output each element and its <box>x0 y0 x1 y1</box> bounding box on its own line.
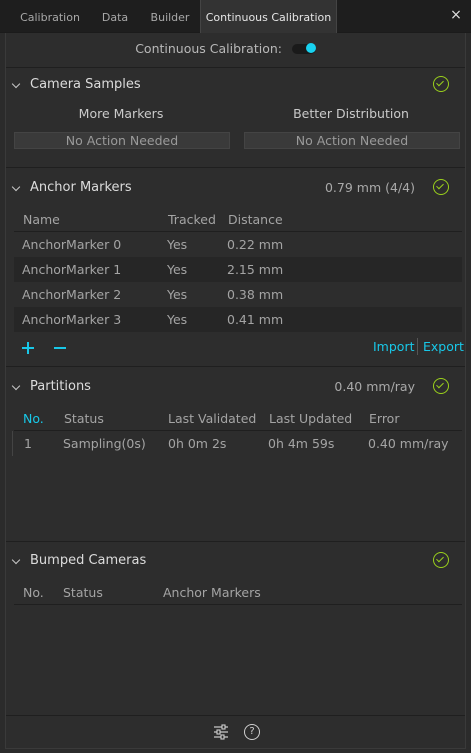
column-header-anchor-markers[interactable]: Anchor Markers <box>163 585 261 600</box>
check-circle-icon <box>433 552 449 568</box>
column-header-status[interactable]: Status <box>64 411 104 426</box>
partition-last-updated: 0h 4m 59s <box>268 436 335 451</box>
section-title: Partitions <box>30 379 91 394</box>
table-row[interactable]: AnchorMarker 2 Yes 0.38 mm <box>14 282 462 307</box>
column-header-name[interactable]: Name <box>23 212 60 227</box>
partition-no: 1 <box>24 436 32 451</box>
partition-last-validated: 0h 0m 2s <box>168 436 227 451</box>
partitions-header[interactable]: Partitions 0.40 mm/ray <box>6 378 465 398</box>
section-title: Camera Samples <box>30 77 141 92</box>
marker-tracked: Yes <box>167 237 188 252</box>
marker-distance: 0.38 mm <box>227 287 284 302</box>
check-circle-icon <box>433 378 449 394</box>
marker-tracked: Yes <box>167 287 188 302</box>
continuous-calibration-panel: Continuous Calibration: Camera Samples M… <box>5 33 466 749</box>
marker-distance: 0.41 mm <box>227 312 284 327</box>
marker-tracked: Yes <box>167 262 188 277</box>
table-header-divider <box>14 604 462 605</box>
marker-name: AnchorMarker 2 <box>22 287 122 302</box>
marker-tracked: Yes <box>167 312 188 327</box>
chevron-down-icon[interactable] <box>12 383 22 393</box>
continuous-calibration-label: Continuous Calibration: <box>135 41 282 56</box>
divider <box>6 366 465 367</box>
more-markers-status: No Action Needed <box>14 132 230 149</box>
continuous-calibration-row: Continuous Calibration: <box>6 39 465 59</box>
continuous-calibration-toggle[interactable] <box>292 43 316 54</box>
remove-icon[interactable] <box>54 342 66 354</box>
section-title: Bumped Cameras <box>30 553 147 568</box>
partition-status: Sampling(0s) <box>63 436 146 451</box>
marker-name: AnchorMarker 0 <box>22 237 122 252</box>
column-header-no[interactable]: No. <box>23 411 44 426</box>
partition-error: 0.40 mm/ray <box>368 436 449 451</box>
add-icon[interactable] <box>22 342 34 354</box>
sliders-icon[interactable] <box>213 724 229 740</box>
help-icon[interactable]: ? <box>244 724 260 740</box>
table-row[interactable]: AnchorMarker 1 Yes 2.15 mm <box>14 257 462 282</box>
marker-distance: 2.15 mm <box>227 262 284 277</box>
tab-data[interactable]: Data <box>95 0 135 33</box>
section-title: Anchor Markers <box>30 180 132 195</box>
check-circle-icon <box>433 76 449 92</box>
anchor-markers-header[interactable]: Anchor Markers 0.79 mm (4/4) <box>6 179 465 199</box>
table-row[interactable]: AnchorMarker 0 Yes 0.22 mm <box>14 232 462 257</box>
tab-continuous-calibration[interactable]: Continuous Calibration <box>200 0 337 33</box>
column-header-last-validated[interactable]: Last Validated <box>168 411 256 426</box>
more-markers-label: More Markers <box>78 106 164 121</box>
tab-bar: Calibration Data Builder Continuous Cali… <box>0 0 471 33</box>
table-row[interactable]: AnchorMarker 3 Yes 0.41 mm <box>14 307 462 332</box>
marker-name: AnchorMarker 1 <box>22 262 122 277</box>
column-header-tracked[interactable]: Tracked <box>168 212 216 227</box>
table-row[interactable]: 1 Sampling(0s) 0h 0m 2s 0h 4m 59s 0.40 m… <box>12 431 460 456</box>
close-icon[interactable]: × <box>449 8 463 22</box>
divider <box>6 67 465 68</box>
check-circle-icon <box>433 179 449 195</box>
chevron-down-icon[interactable] <box>12 184 22 194</box>
marker-name: AnchorMarker 3 <box>22 312 122 327</box>
anchor-markers-summary: 0.79 mm (4/4) <box>324 180 415 195</box>
column-header-status[interactable]: Status <box>63 585 103 600</box>
divider <box>6 541 465 542</box>
divider <box>6 167 465 168</box>
link-separator <box>417 338 418 355</box>
chevron-down-icon[interactable] <box>12 81 22 91</box>
export-link[interactable]: Export <box>423 339 464 354</box>
toggle-knob <box>306 43 316 53</box>
camera-samples-header[interactable]: Camera Samples <box>6 76 465 96</box>
column-header-no[interactable]: No. <box>23 585 44 600</box>
partitions-summary: 0.40 mm/ray <box>334 379 415 394</box>
column-header-error[interactable]: Error <box>369 411 399 426</box>
column-header-distance[interactable]: Distance <box>228 212 283 227</box>
column-header-last-updated[interactable]: Last Updated <box>269 411 352 426</box>
marker-distance: 0.22 mm <box>227 237 284 252</box>
tab-builder[interactable]: Builder <box>144 0 196 33</box>
better-distribution-label: Better Distribution <box>293 106 409 121</box>
chevron-down-icon[interactable] <box>12 557 22 567</box>
import-link[interactable]: Import <box>373 339 415 354</box>
tab-calibration[interactable]: Calibration <box>11 0 89 33</box>
bumped-cameras-header[interactable]: Bumped Cameras <box>6 552 465 572</box>
better-distribution-status: No Action Needed <box>244 132 460 149</box>
footer: ? <box>6 715 465 748</box>
